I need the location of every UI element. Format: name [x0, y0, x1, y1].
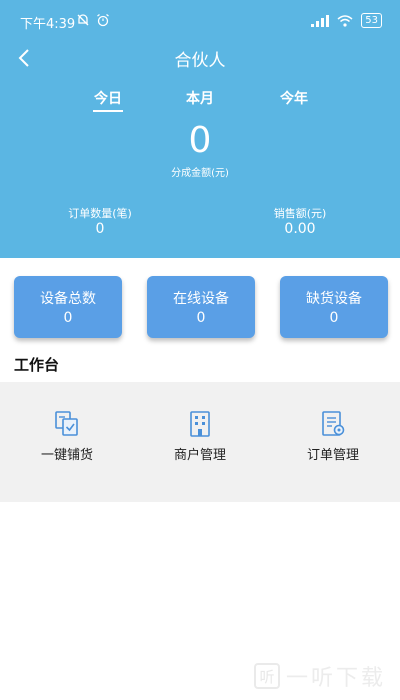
header-panel: 下午4:39 53 合伙人 今日 本月 今年 0 分成金额(元) 订单数量(笔)… — [0, 0, 400, 258]
card-label: 缺货设备 — [306, 291, 362, 307]
status-time: 下午4:39 — [20, 17, 76, 32]
workbench-panel: 一键铺货 商户管理 订单管理 — [0, 382, 400, 502]
tab-this-month[interactable]: 本月 — [160, 88, 240, 108]
commission-amount-label: 分成金额(元) — [171, 168, 229, 179]
alarm-icon — [97, 14, 109, 27]
online-devices-card[interactable]: 在线设备 0 — [147, 276, 255, 338]
order-management-button[interactable]: 订单管理 — [278, 410, 388, 463]
watermark-text: 一听下载 — [285, 666, 386, 691]
signal-icon — [311, 14, 330, 27]
order-document-icon — [322, 411, 345, 436]
tab-today[interactable]: 今日 — [68, 88, 148, 108]
order-count-value: 0 — [95, 221, 105, 237]
merchant-management-button[interactable]: 商户管理 — [145, 410, 255, 463]
page-title: 合伙人 — [174, 51, 226, 71]
sales-amount-value: 0.00 — [284, 221, 316, 237]
card-label: 设备总数 — [40, 291, 96, 307]
watermark: 听 一听下载 — [253, 660, 386, 692]
wifi-icon — [337, 14, 353, 27]
out-of-stock-devices-card[interactable]: 缺货设备 0 — [280, 276, 388, 338]
tab-this-year[interactable]: 今年 — [254, 88, 334, 108]
commission-amount: 0 — [188, 120, 212, 161]
mute-bell-icon — [77, 14, 89, 26]
card-value: 0 — [63, 310, 73, 326]
period-tabs: 今日 本月 今年 — [0, 88, 400, 114]
restock-icon — [55, 411, 78, 436]
status-bar: 下午4:39 53 — [0, 0, 400, 44]
restock-button[interactable]: 一键铺货 — [12, 410, 122, 463]
battery-indicator: 53 — [361, 13, 382, 28]
card-value: 0 — [196, 310, 206, 326]
order-management-label: 订单管理 — [306, 448, 359, 463]
order-count-label: 订单数量(笔) — [68, 207, 132, 220]
restock-label: 一键铺货 — [40, 448, 93, 463]
total-devices-card[interactable]: 设备总数 0 — [14, 276, 122, 338]
card-label: 在线设备 — [173, 291, 229, 307]
card-value: 0 — [329, 310, 339, 326]
sales-amount-label: 销售额(元) — [273, 207, 327, 220]
building-icon — [190, 411, 210, 437]
workbench-title: 工作台 — [14, 356, 60, 374]
watermark-logo: 听 — [253, 663, 280, 689]
active-tab-indicator — [93, 110, 123, 112]
merchant-management-label: 商户管理 — [173, 448, 226, 463]
